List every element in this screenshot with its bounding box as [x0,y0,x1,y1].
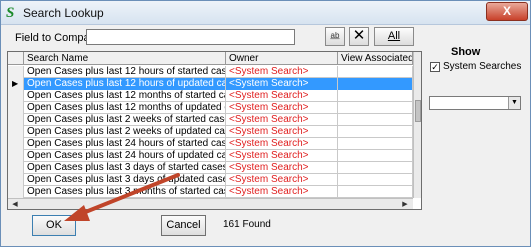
owner-cell: <System Search> [226,186,338,198]
search-name-cell: Open Cases plus last 12 months of update… [24,102,226,114]
view-associated-cell [338,174,413,186]
search-name-cell: Open Cases plus last 12 hours of updated… [24,78,226,90]
row-indicator: ▶ [8,78,24,90]
show-label: Show [451,46,481,58]
owner-cell: <System Search> [226,150,338,162]
table-row[interactable]: Open Cases plus last 24 hours of started… [8,138,413,150]
all-button[interactable]: All [374,27,414,46]
search-name-cell: Open Cases plus last 24 hours of started… [24,138,226,150]
owner-cell: <System Search> [226,90,338,102]
view-associated-cell [338,186,413,198]
search-name-cell: Open Cases plus last 2 weeks of updated … [24,126,226,138]
row-indicator [8,90,24,102]
view-associated-cell [338,138,413,150]
column-header-view-associated[interactable]: View Associated [338,52,413,65]
row-indicator [8,126,24,138]
scroll-left-icon[interactable]: ◀ [10,200,20,209]
clear-filter-button[interactable]: ✕ [349,27,369,46]
view-associated-cell [338,162,413,174]
table-row[interactable]: Open Cases plus last 12 months of starte… [8,90,413,102]
match-case-button[interactable]: a̲b̲ [325,27,345,46]
table-row[interactable]: Open Cases plus last 2 weeks of started … [8,114,413,126]
header-indicator-cell [8,52,24,65]
row-indicator [8,102,24,114]
owner-cell: <System Search> [226,102,338,114]
row-indicator [8,66,24,78]
column-header-owner[interactable]: Owner [226,52,338,65]
view-associated-cell [338,114,413,126]
table-row[interactable]: ▶ Open Cases plus last 12 hours of update… [8,78,413,90]
view-associated-cell [338,102,413,114]
system-searches-checkbox[interactable]: ✓ [430,62,440,72]
scroll-right-icon[interactable]: ▶ [400,200,410,209]
view-associated-cell [338,126,413,138]
table-row[interactable]: Open Cases plus last 24 hours of updated… [8,150,413,162]
vertical-scroll-thumb[interactable] [415,100,421,122]
close-button[interactable]: X [486,2,528,21]
app-logo-icon: S [6,5,15,21]
search-name-cell: Open Cases plus last 12 months of starte… [24,90,226,102]
system-searches-label: System Searches [443,61,522,72]
table-row[interactable]: Open Cases plus last 12 months of update… [8,102,413,114]
window-title: Search Lookup [23,6,104,20]
view-associated-cell [338,90,413,102]
row-indicator [8,138,24,150]
owner-cell: <System Search> [226,126,338,138]
view-associated-cell [338,66,413,78]
owner-cell: <System Search> [226,138,338,150]
grid-header: Search Name Owner View Associated [8,52,413,65]
results-count: 161 Found [223,219,271,230]
annotation-arrow-icon [64,173,180,221]
row-indicator [8,174,24,186]
search-name-cell: Open Cases plus last 12 hours of started… [24,66,226,78]
field-to-compare-input[interactable] [86,29,295,45]
row-indicator [8,186,24,198]
owner-cell: <System Search> [226,174,338,186]
row-indicator [8,114,24,126]
view-associated-cell [338,78,413,90]
row-indicator [8,150,24,162]
search-name-cell: Open Cases plus last 2 weeks of started … [24,114,226,126]
column-header-search-name[interactable]: Search Name [24,52,226,65]
search-name-cell: Open Cases plus last 24 hours of updated… [24,150,226,162]
row-indicator [8,162,24,174]
search-lookup-window: S Search Lookup X Field to Compare: a̲b̲… [0,0,531,247]
owner-cell: <System Search> [226,114,338,126]
table-row[interactable]: Open Cases plus last 2 weeks of updated … [8,126,413,138]
view-dropdown[interactable]: ▼ [429,96,521,110]
vertical-scrollbar[interactable] [413,52,421,198]
title-bar[interactable]: S Search Lookup X [1,1,530,25]
owner-cell: <System Search> [226,78,338,90]
chevron-down-icon[interactable]: ▼ [508,97,520,109]
view-associated-cell [338,150,413,162]
table-row[interactable]: Open Cases plus last 12 hours of started… [8,66,413,78]
owner-cell: <System Search> [226,162,338,174]
owner-cell: <System Search> [226,66,338,78]
